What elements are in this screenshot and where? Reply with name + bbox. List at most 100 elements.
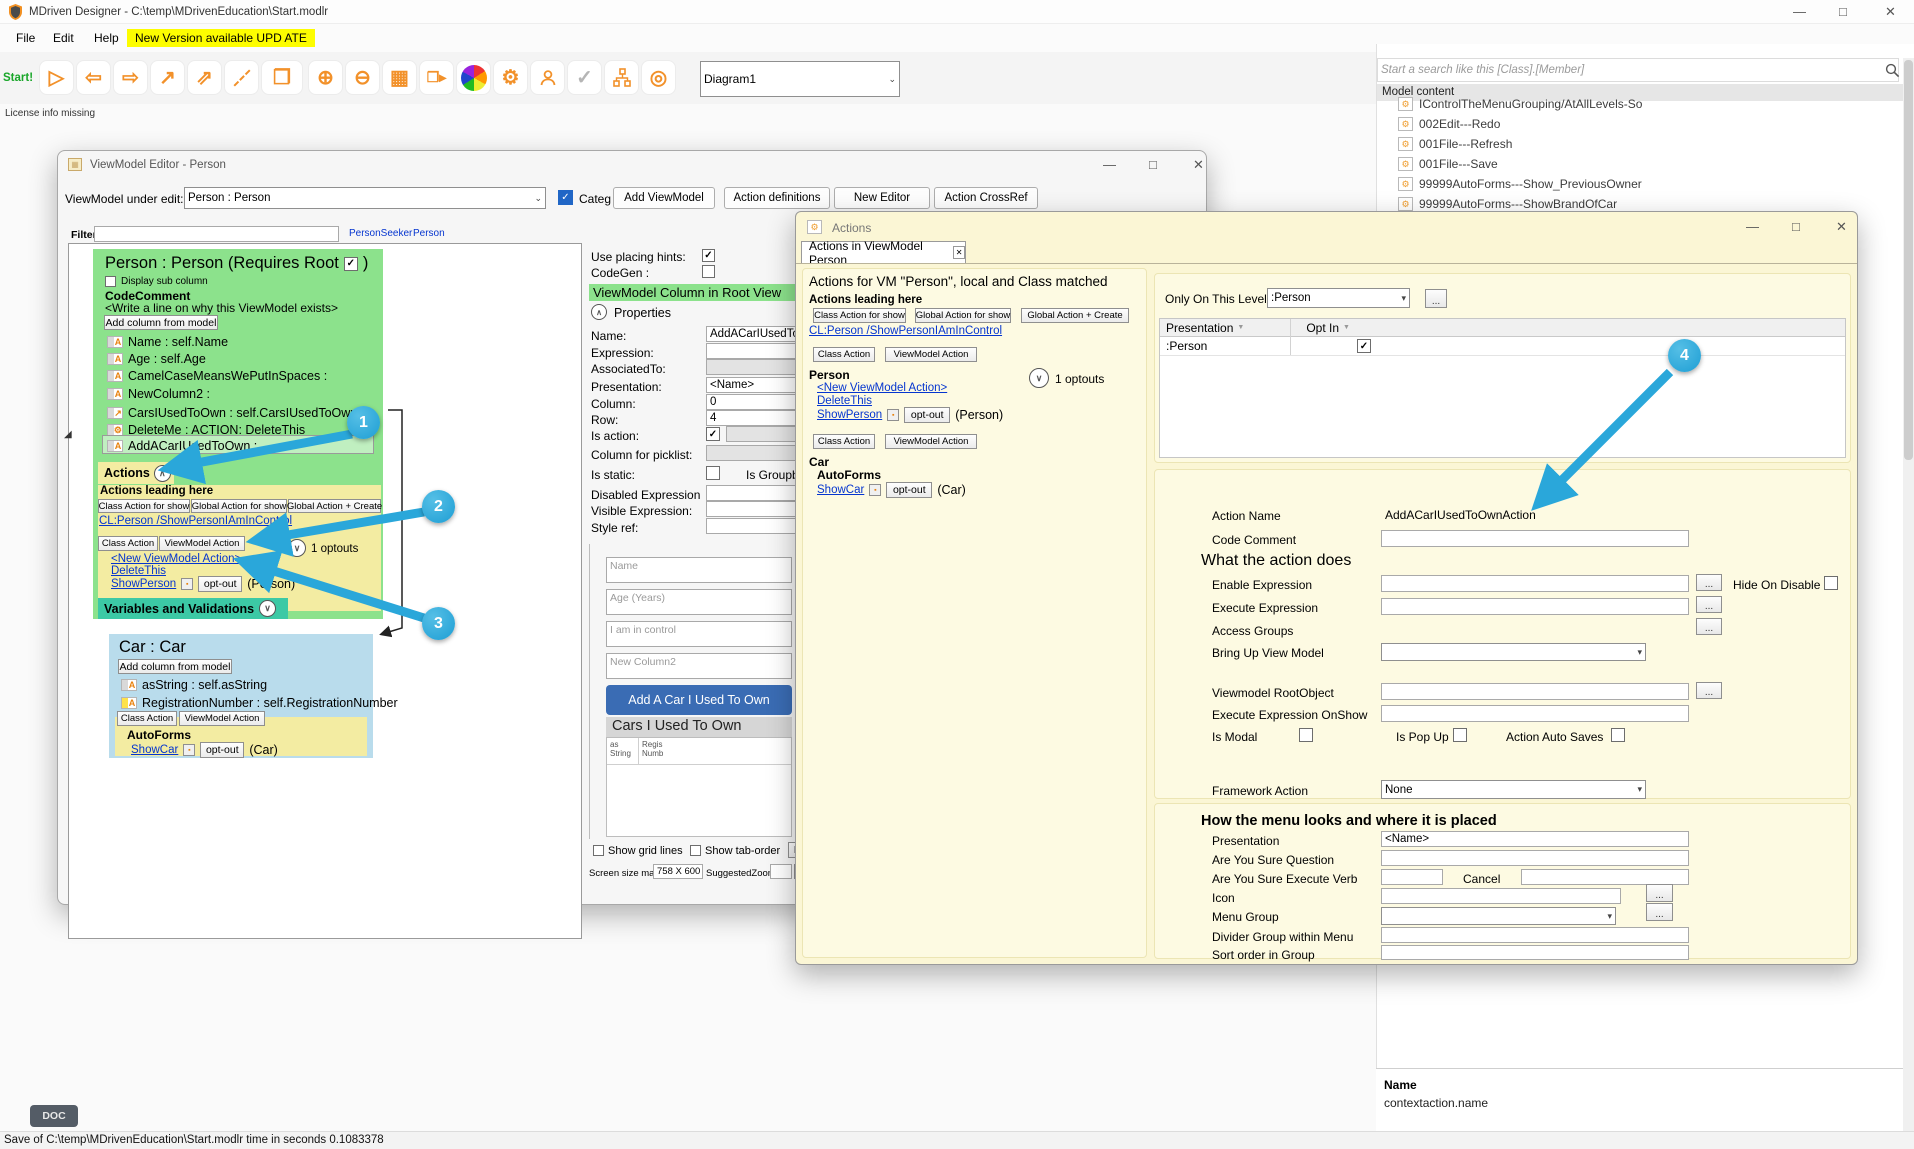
vm-column[interactable]: asString : self.asString (142, 678, 267, 692)
search-input[interactable]: Start a search like this [Class].[Member… (1377, 58, 1899, 82)
preview-age-input[interactable]: Age (Years) (606, 589, 792, 615)
new-viewmodel-action-link[interactable]: <New ViewModel Action> (817, 382, 947, 394)
grid-col1-header[interactable]: as String (610, 740, 636, 758)
showcar-link[interactable]: ShowCar (131, 744, 178, 756)
menu-presentation-field[interactable]: <Name> (1381, 831, 1689, 847)
collapse-triangle-icon[interactable]: ◢ (64, 429, 72, 440)
menu-help[interactable]: Help (94, 31, 119, 45)
start-label[interactable]: Start! (3, 72, 33, 84)
enable-expression-field[interactable] (1381, 575, 1689, 592)
maximize-button[interactable]: □ (1149, 157, 1157, 172)
optout-state-icon[interactable]: ▪ (183, 744, 195, 756)
model-item[interactable]: ⚙001File---Save (1398, 157, 1498, 171)
window-grid-icon[interactable]: ▦ (382, 60, 417, 95)
vm-column[interactable]: Age : self.Age (128, 352, 206, 366)
filter-funnel-icon[interactable]: ▼ (1237, 324, 1244, 331)
execute-expression-field[interactable] (1381, 598, 1689, 615)
class-action-button[interactable]: Class Action (813, 434, 875, 449)
diagram-selector[interactable]: Diagram1 ⌄ (700, 61, 900, 97)
close-button[interactable]: ✕ (1836, 219, 1847, 235)
maximize-button[interactable]: □ (1792, 219, 1800, 234)
sort-order-field[interactable] (1381, 945, 1689, 960)
grid-col2-header[interactable]: Regis Numb (642, 740, 672, 758)
class-pointer-icon[interactable]: ❐ (261, 60, 303, 95)
vm-column[interactable]: RegistrationNumber : self.RegistrationNu… (142, 696, 398, 710)
global-action-for-show-button[interactable]: Global Action for show (915, 308, 1011, 323)
chevron-down-icon[interactable]: ∨ (259, 600, 276, 617)
opt-out-button[interactable]: opt-out (904, 407, 950, 423)
is-popup-checkbox[interactable] (1453, 728, 1467, 742)
add-viewmodel-button[interactable]: Add ViewModel (613, 187, 715, 209)
prop-visible-field[interactable] (706, 501, 796, 517)
prop-associated-field[interactable] (706, 359, 796, 375)
cancel-verb-field[interactable] (1521, 869, 1689, 885)
suggested-zoom-field[interactable] (770, 864, 792, 879)
icon-more-button[interactable]: ... (1646, 884, 1673, 902)
class-action-button[interactable]: Class Action (117, 711, 177, 726)
prop-row-field[interactable]: 4 (706, 410, 796, 426)
access-more-button[interactable]: ... (1696, 618, 1722, 635)
prop-disabled-field[interactable] (706, 485, 796, 501)
zoom-out-icon[interactable]: ⊖ (345, 60, 380, 95)
menu-edit[interactable]: Edit (53, 31, 74, 45)
vm-column[interactable]: CamelCaseMeansWePutInSpaces : (128, 369, 327, 383)
prop-name-field[interactable]: AddACarIUsedTo (706, 326, 796, 342)
isstatic-checkbox[interactable] (706, 466, 720, 480)
optin-checkbox[interactable] (1357, 339, 1371, 353)
doc-badge[interactable]: DOC (30, 1105, 78, 1127)
level-grid-row[interactable]: :Person (1160, 337, 1845, 356)
spiral-viewmodel-icon[interactable]: ◎ (641, 60, 676, 95)
minimize-button[interactable]: — (1103, 157, 1116, 172)
color-wheel-icon[interactable] (456, 60, 491, 95)
filter-funnel-icon[interactable]: ▼ (1343, 324, 1350, 331)
cl-person-link[interactable]: CL:Person /ShowPersonIAmInControl (99, 515, 292, 527)
opt-out-button[interactable]: opt-out (886, 482, 932, 498)
categ-checkbox[interactable] (558, 190, 573, 205)
viewmodel-rootobject-field[interactable] (1381, 683, 1689, 700)
maximize-button[interactable]: □ (1839, 4, 1847, 19)
person-link[interactable]: Person (413, 228, 445, 239)
actions-tab[interactable]: Actions in ViewModel Person ✕ (801, 241, 966, 263)
isaction-checkbox[interactable] (706, 427, 720, 441)
requires-root-checkbox[interactable] (344, 257, 358, 271)
preview-control-input[interactable]: I am in control (606, 621, 792, 647)
add-column-button[interactable]: Add column from model (118, 659, 232, 674)
vm-column[interactable]: NewColumn2 : (128, 387, 210, 401)
opt-out-button[interactable]: opt-out (198, 576, 242, 592)
vm-column[interactable]: CarsIUsedToOwn : self.CarsIUsedToOwn (128, 406, 357, 420)
scrollbar-thumb[interactable] (1904, 60, 1913, 460)
isaction-extra-field[interactable] (726, 426, 796, 442)
icon-field[interactable] (1381, 888, 1621, 904)
user-settings-icon[interactable] (530, 60, 565, 95)
filter-input[interactable] (94, 226, 339, 242)
rootobject-more-button[interactable]: ... (1696, 682, 1722, 699)
zoom-in-icon[interactable]: ⊕ (308, 60, 343, 95)
showperson-link[interactable]: ShowPerson (111, 578, 176, 590)
deletethis-link[interactable]: DeleteThis (817, 395, 872, 407)
navigate-back-icon[interactable]: ⇦ (76, 60, 111, 95)
hide-on-disable-checkbox[interactable] (1824, 576, 1838, 590)
search-icon[interactable] (1885, 63, 1900, 78)
action-name-field[interactable]: AddACarIUsedToOwnAction (1381, 506, 1689, 523)
viewmodel-under-edit-combo[interactable]: Person : Person⌄ (184, 187, 546, 209)
prop-presentation-field[interactable]: <Name> (706, 377, 796, 393)
only-on-level-combo[interactable]: :Person▾ (1267, 288, 1410, 308)
display-sub-column-checkbox[interactable] (105, 276, 116, 287)
preview-add-car-button[interactable]: Add A Car I Used To Own (606, 685, 792, 715)
codegen-checkbox[interactable] (702, 265, 715, 278)
close-button[interactable]: ✕ (1885, 4, 1896, 20)
diagram-tree-icon[interactable] (604, 60, 639, 95)
new-editor-button[interactable]: New Editor (834, 187, 930, 209)
viewmodel-action-button[interactable]: ViewModel Action (885, 434, 977, 449)
class-action-button[interactable]: Class Action (813, 347, 875, 362)
optout-state-icon[interactable]: ▪ (869, 484, 881, 496)
opt-out-button[interactable]: opt-out (200, 742, 244, 758)
class-action-for-show-button[interactable]: Class Action for show (98, 499, 190, 513)
optout-state-icon[interactable]: ▪ (181, 578, 193, 590)
tab-close-icon[interactable]: ✕ (953, 246, 965, 259)
icon-more-button2[interactable]: ... (1646, 903, 1673, 921)
preview-name-input[interactable]: Name (606, 557, 792, 583)
chevron-up-icon[interactable]: ∧ (154, 465, 171, 482)
model-item[interactable]: ⚙IControlTheMenuGrouping/AtAllLevels-So (1398, 97, 1642, 111)
model-item[interactable]: ⚙99999AutoForms---ShowBrandOfCar (1398, 197, 1617, 211)
